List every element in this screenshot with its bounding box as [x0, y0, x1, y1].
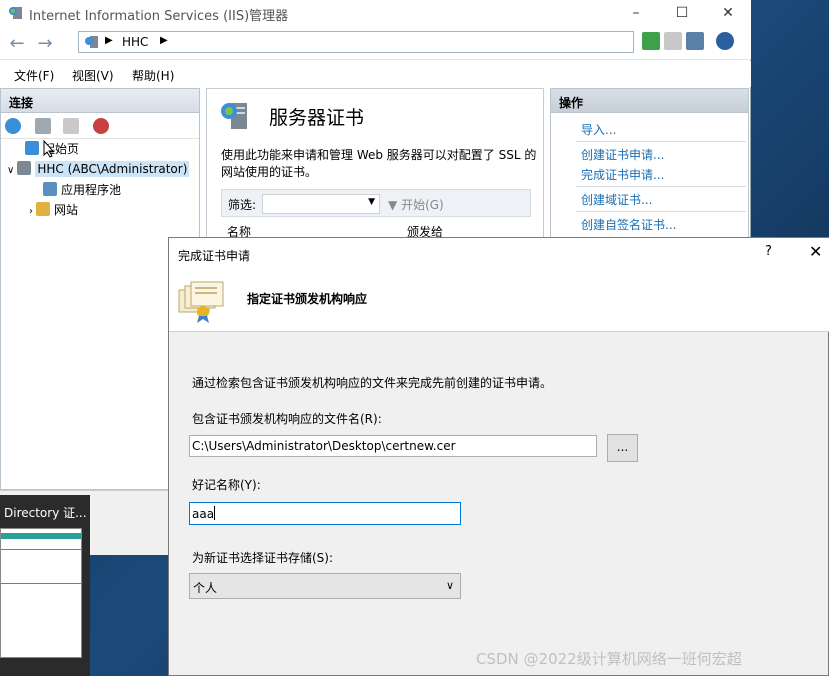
up-level-icon[interactable] [63, 118, 79, 134]
tree-item-sites[interactable]: › 网站 [29, 201, 78, 218]
file-name-label: 包含证书颁发机构响应的文件名(R): [192, 412, 382, 426]
preview-line [1, 583, 81, 584]
feature-description: 使用此功能来申请和管理 Web 服务器可以对配置了 SSL 的网站使用的证书。 [221, 148, 537, 179]
dialog-help-button[interactable]: ? [765, 244, 772, 259]
browse-button[interactable]: ... [607, 434, 638, 462]
save-icon[interactable] [35, 118, 51, 134]
action-create-self-signed[interactable]: 创建自签名证书... [581, 216, 676, 233]
server-certificates-icon [221, 103, 247, 129]
iis-app-icon [9, 7, 22, 19]
action-divider [576, 141, 746, 142]
dialog-header: 指定证书颁发机构响应 [169, 270, 829, 332]
tree-item-label: 应用程序池 [61, 183, 122, 197]
tree-item-server[interactable]: ∨ HHC (ABC\Administrator) [7, 161, 190, 177]
maximize-button[interactable]: ☐ [659, 0, 705, 26]
folder-icon [36, 202, 50, 216]
action-divider [576, 186, 746, 187]
action-complete-request[interactable]: 完成证书申请... [581, 166, 664, 183]
dialog-heading: 指定证书颁发机构响应 [247, 292, 368, 306]
certificate-store-select[interactable]: 个人 ∨ [189, 573, 461, 599]
feature-title: 服务器证书 [269, 107, 365, 129]
action-import[interactable]: 导入... [581, 121, 616, 138]
connections-toolbar [1, 113, 199, 139]
chevron-down-icon: ∨ [445, 579, 454, 592]
menu-bar: 文件(F) 视图(V) 帮助(H) [0, 61, 751, 87]
action-create-request[interactable]: 创建证书申请... [581, 146, 664, 163]
back-arrow-icon[interactable]: ← [4, 32, 30, 54]
dropdown-arrow-icon[interactable]: ▼ [368, 197, 375, 207]
server-certificates-pane: 服务器证书 使用此功能来申请和管理 Web 服务器可以对配置了 SSL 的网站使… [206, 88, 544, 248]
dialog-title: 完成证书申请 [178, 249, 251, 263]
collapse-chevron-icon[interactable]: › [29, 206, 33, 217]
funnel-icon: ▼ [388, 198, 398, 212]
breadcrumb-separator-icon: ▶ [105, 35, 113, 46]
menu-help[interactable]: 帮助(H) [132, 67, 174, 84]
breadcrumb-separator-icon: ▶ [160, 35, 168, 46]
menu-file[interactable]: 文件(F) [14, 67, 54, 84]
actions-header: 操作 [551, 89, 748, 113]
menu-view[interactable]: 视图(V) [72, 67, 114, 84]
dialog-description: 通过检索包含证书颁发机构响应的文件来完成先前创建的证书申请。 [192, 376, 553, 390]
connect-globe-icon[interactable] [5, 118, 21, 134]
tree-item-label: 网站 [54, 203, 79, 217]
filter-label: 筛选: [228, 198, 257, 212]
actions-pane: 操作 导入... 创建证书申请... 完成证书申请... 创建域证书... 创建… [550, 88, 749, 248]
window-title: Internet Information Services (IIS)管理器 [29, 9, 289, 24]
server-icon [85, 36, 98, 48]
close-button[interactable]: ✕ [705, 0, 751, 26]
address-bar-row: ← → ▶ HHC ▶ [0, 26, 751, 60]
preview-bar [1, 533, 81, 539]
start-filter-button[interactable]: ▼ 开始(G) [388, 196, 444, 213]
taskbar-thumbnail[interactable]: Directory 证... [0, 495, 90, 676]
file-name-input[interactable]: C:\Users\Administrator\Desktop\certnew.c… [189, 435, 597, 457]
title-bar: Internet Information Services (IIS)管理器 –… [0, 0, 751, 26]
refresh-icon[interactable] [642, 32, 660, 50]
action-divider [576, 211, 746, 212]
help-icon[interactable] [716, 32, 734, 50]
start-filter-label: 开始(G) [401, 198, 444, 212]
dialog-title-bar: 完成证书申请 ? ✕ [169, 238, 829, 270]
certificate-stack-icon [178, 281, 224, 323]
friendly-name-input[interactable]: aaa [189, 502, 461, 525]
dialog-close-button[interactable]: ✕ [809, 242, 822, 261]
mouse-cursor-icon [43, 140, 55, 158]
disconnect-icon[interactable] [93, 118, 109, 134]
friendly-name-value: aaa [192, 507, 215, 521]
minimize-button[interactable]: – [613, 0, 659, 26]
start-page-icon [25, 141, 39, 155]
thumbnail-preview [0, 528, 82, 658]
preview-line [1, 549, 81, 550]
friendly-name-label: 好记名称(Y): [192, 478, 261, 492]
text-caret [214, 506, 216, 520]
complete-certificate-request-dialog: 完成证书申请 ? ✕ 指定证书颁发机构响应 通过检索包含证书颁发机构响应的文件来… [168, 237, 829, 676]
stop-icon[interactable] [664, 32, 682, 50]
store-selected-value: 个人 [193, 581, 218, 595]
certificate-store-label: 为新证书选择证书存储(S): [192, 551, 334, 565]
filter-input[interactable]: ▼ [262, 194, 380, 214]
action-create-domain-cert[interactable]: 创建域证书... [581, 191, 652, 208]
connections-header: 连接 [1, 89, 199, 113]
tree-item-app-pools[interactable]: 应用程序池 [43, 181, 121, 198]
watermark-text: CSDN @2022级计算机网络一班何宏超 [476, 650, 742, 668]
server-icon [17, 161, 32, 175]
app-pool-icon [43, 182, 57, 196]
expand-chevron-icon[interactable]: ∨ [7, 165, 14, 176]
filter-bar: 筛选: ▼ ▼ 开始(G) [221, 189, 531, 217]
forward-arrow-icon[interactable]: → [32, 32, 58, 54]
breadcrumb-hhc[interactable]: HHC [122, 35, 148, 49]
address-bar[interactable]: ▶ HHC ▶ [78, 31, 634, 53]
home-icon[interactable] [686, 32, 704, 50]
tree-item-label: HHC (ABC\Administrator) [35, 161, 190, 177]
thumbnail-label: Directory 证... [4, 506, 87, 520]
